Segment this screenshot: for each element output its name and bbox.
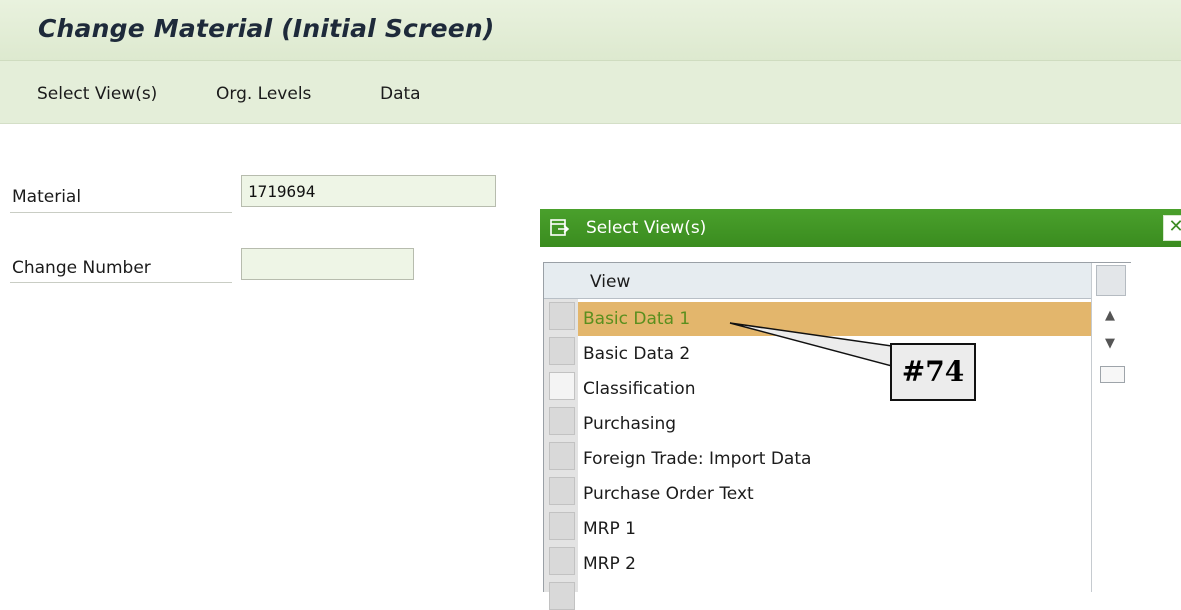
menu-org-levels[interactable]: Org. Levels <box>216 84 311 104</box>
dialog-window-icon <box>550 219 570 236</box>
table-row[interactable]: MRP 2 <box>578 547 1091 581</box>
close-icon[interactable]: ✕ <box>1163 215 1181 241</box>
table-row[interactable]: Foreign Trade: Import Data <box>578 442 1091 476</box>
row-label: Foreign Trade: Import Data <box>583 449 812 469</box>
select-views-dialog-header: Select View(s) ✕ <box>540 209 1181 247</box>
menu-bar: Select View(s) Org. Levels Data <box>0 61 1181 124</box>
change-number-label: Change Number <box>12 258 151 278</box>
row-label: Basic Data 1 <box>583 309 691 329</box>
menu-select-views[interactable]: Select View(s) <box>37 84 157 104</box>
material-label: Material <box>12 187 82 207</box>
page-title: Change Material (Initial Screen) <box>38 14 495 43</box>
scrollbar-thumb[interactable] <box>1100 366 1125 383</box>
row-selector[interactable] <box>549 407 575 435</box>
row-selector[interactable] <box>549 372 575 400</box>
row-selector[interactable] <box>549 477 575 505</box>
column-settings-button[interactable] <box>1096 265 1126 296</box>
callout-label: #74 <box>890 343 976 401</box>
title-bar: Change Material (Initial Screen) <box>0 0 1181 61</box>
table-row[interactable]: Purchase Order Text <box>578 477 1091 511</box>
change-number-label-underline <box>10 282 232 283</box>
table-row[interactable]: Classification <box>578 372 1091 406</box>
row-selector[interactable] <box>549 512 575 540</box>
row-label: Purchasing <box>583 414 677 434</box>
row-selector[interactable] <box>549 302 575 330</box>
scroll-up-icon[interactable]: ▲ <box>1102 309 1118 322</box>
change-number-input[interactable] <box>241 248 414 280</box>
select-all-cell[interactable] <box>544 263 578 299</box>
row-selector[interactable] <box>549 442 575 470</box>
row-label: Basic Data 2 <box>583 344 691 364</box>
table-row[interactable]: Basic Data 1 <box>578 302 1091 336</box>
column-header-view[interactable]: View <box>578 263 1091 299</box>
material-label-underline <box>10 212 232 213</box>
row-label: Purchase Order Text <box>583 484 754 504</box>
row-selector[interactable] <box>549 547 575 575</box>
table-row[interactable]: Basic Data 2 <box>578 337 1091 371</box>
row-label: MRP 2 <box>583 554 636 574</box>
row-selector[interactable] <box>549 582 575 610</box>
row-selector[interactable] <box>549 337 575 365</box>
column-header-label: View <box>590 272 631 292</box>
table-row[interactable]: Purchasing <box>578 407 1091 441</box>
row-label: MRP 1 <box>583 519 636 539</box>
dialog-title: Select View(s) <box>586 218 707 238</box>
menu-data[interactable]: Data <box>380 84 421 104</box>
row-label: Classification <box>583 379 696 399</box>
table-row[interactable]: MRP 1 <box>578 512 1091 546</box>
material-input[interactable]: 1719694 <box>241 175 496 207</box>
scroll-down-icon[interactable]: ▼ <box>1102 337 1118 350</box>
